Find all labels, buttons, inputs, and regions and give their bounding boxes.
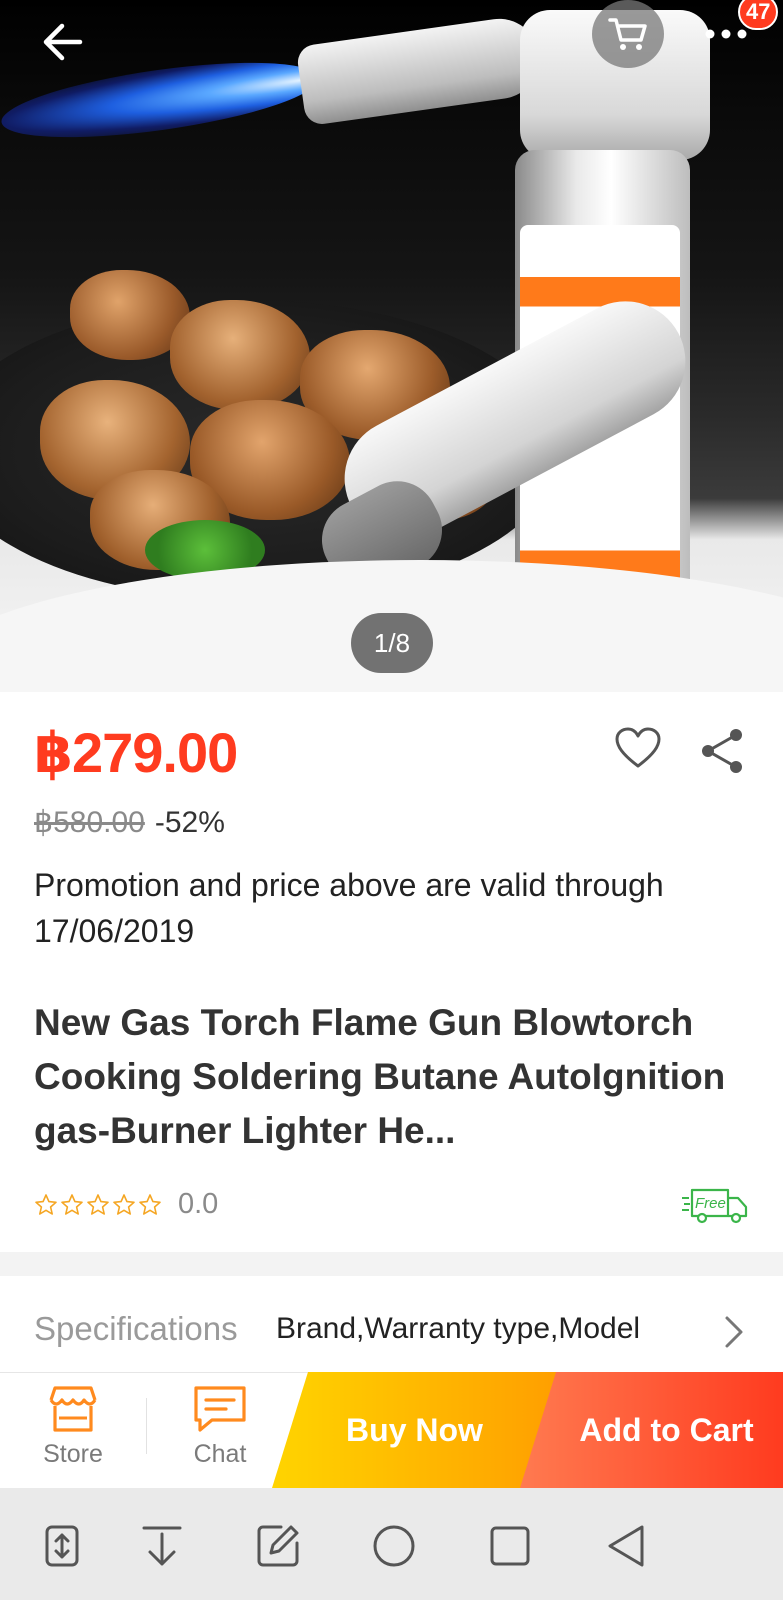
store-button[interactable]: Store (18, 1384, 128, 1469)
add-to-cart-button[interactable]: Add to Cart (520, 1372, 783, 1488)
edit-icon[interactable] (250, 1518, 306, 1574)
cart-icon[interactable] (592, 0, 664, 68)
rating-value: 0.0 (178, 1188, 219, 1220)
star-rating (34, 1193, 162, 1217)
discount-percent: -52% (154, 806, 225, 839)
product-title: New Gas Torch Flame Gun Blowtorch Cookin… (34, 1002, 726, 1151)
original-price: ฿580.00 (34, 806, 145, 839)
chat-icon (194, 1386, 246, 1432)
product-price: ฿279.00 (34, 721, 238, 784)
free-shipping-label: Free (695, 1195, 726, 1212)
recents-icon[interactable] (482, 1518, 538, 1574)
star-outline-icon (61, 1193, 83, 1215)
store-label: Store (43, 1440, 103, 1468)
original-price-row: ฿580.00 -52% (34, 805, 225, 840)
chevron-right-icon[interactable] (722, 1314, 746, 1350)
section-gap (0, 1252, 783, 1276)
promotion-text: Promotion and price above are valid thro… (34, 867, 664, 949)
free-shipping-truck-icon: Free (682, 1186, 750, 1226)
download-icon[interactable] (134, 1518, 190, 1574)
back-arrow-icon[interactable] (30, 10, 94, 74)
back-icon[interactable] (598, 1518, 654, 1574)
star-outline-icon (87, 1193, 109, 1215)
chat-label: Chat (193, 1440, 247, 1468)
food-piece (170, 300, 310, 410)
specifications-label: Specifications (34, 1310, 238, 1347)
image-page-indicator: 1/8 (351, 613, 433, 673)
star-outline-icon (139, 1193, 161, 1215)
chat-button[interactable]: Chat (165, 1384, 275, 1469)
star-outline-icon (113, 1193, 135, 1215)
product-image-gallery[interactable] (0, 0, 783, 692)
heart-icon[interactable] (614, 726, 662, 772)
buy-now-button[interactable]: Buy Now (272, 1372, 557, 1488)
share-icon[interactable] (698, 726, 746, 776)
home-icon[interactable] (366, 1518, 422, 1574)
torch-nozzle (295, 13, 545, 127)
screenshot-icon[interactable] (34, 1518, 90, 1574)
specifications-summary: Brand,Warranty type,Model (276, 1312, 641, 1345)
store-icon (49, 1386, 97, 1432)
action-divider (146, 1398, 147, 1454)
star-outline-icon (35, 1193, 57, 1215)
rating-row[interactable]: 0.0 (34, 1188, 218, 1221)
